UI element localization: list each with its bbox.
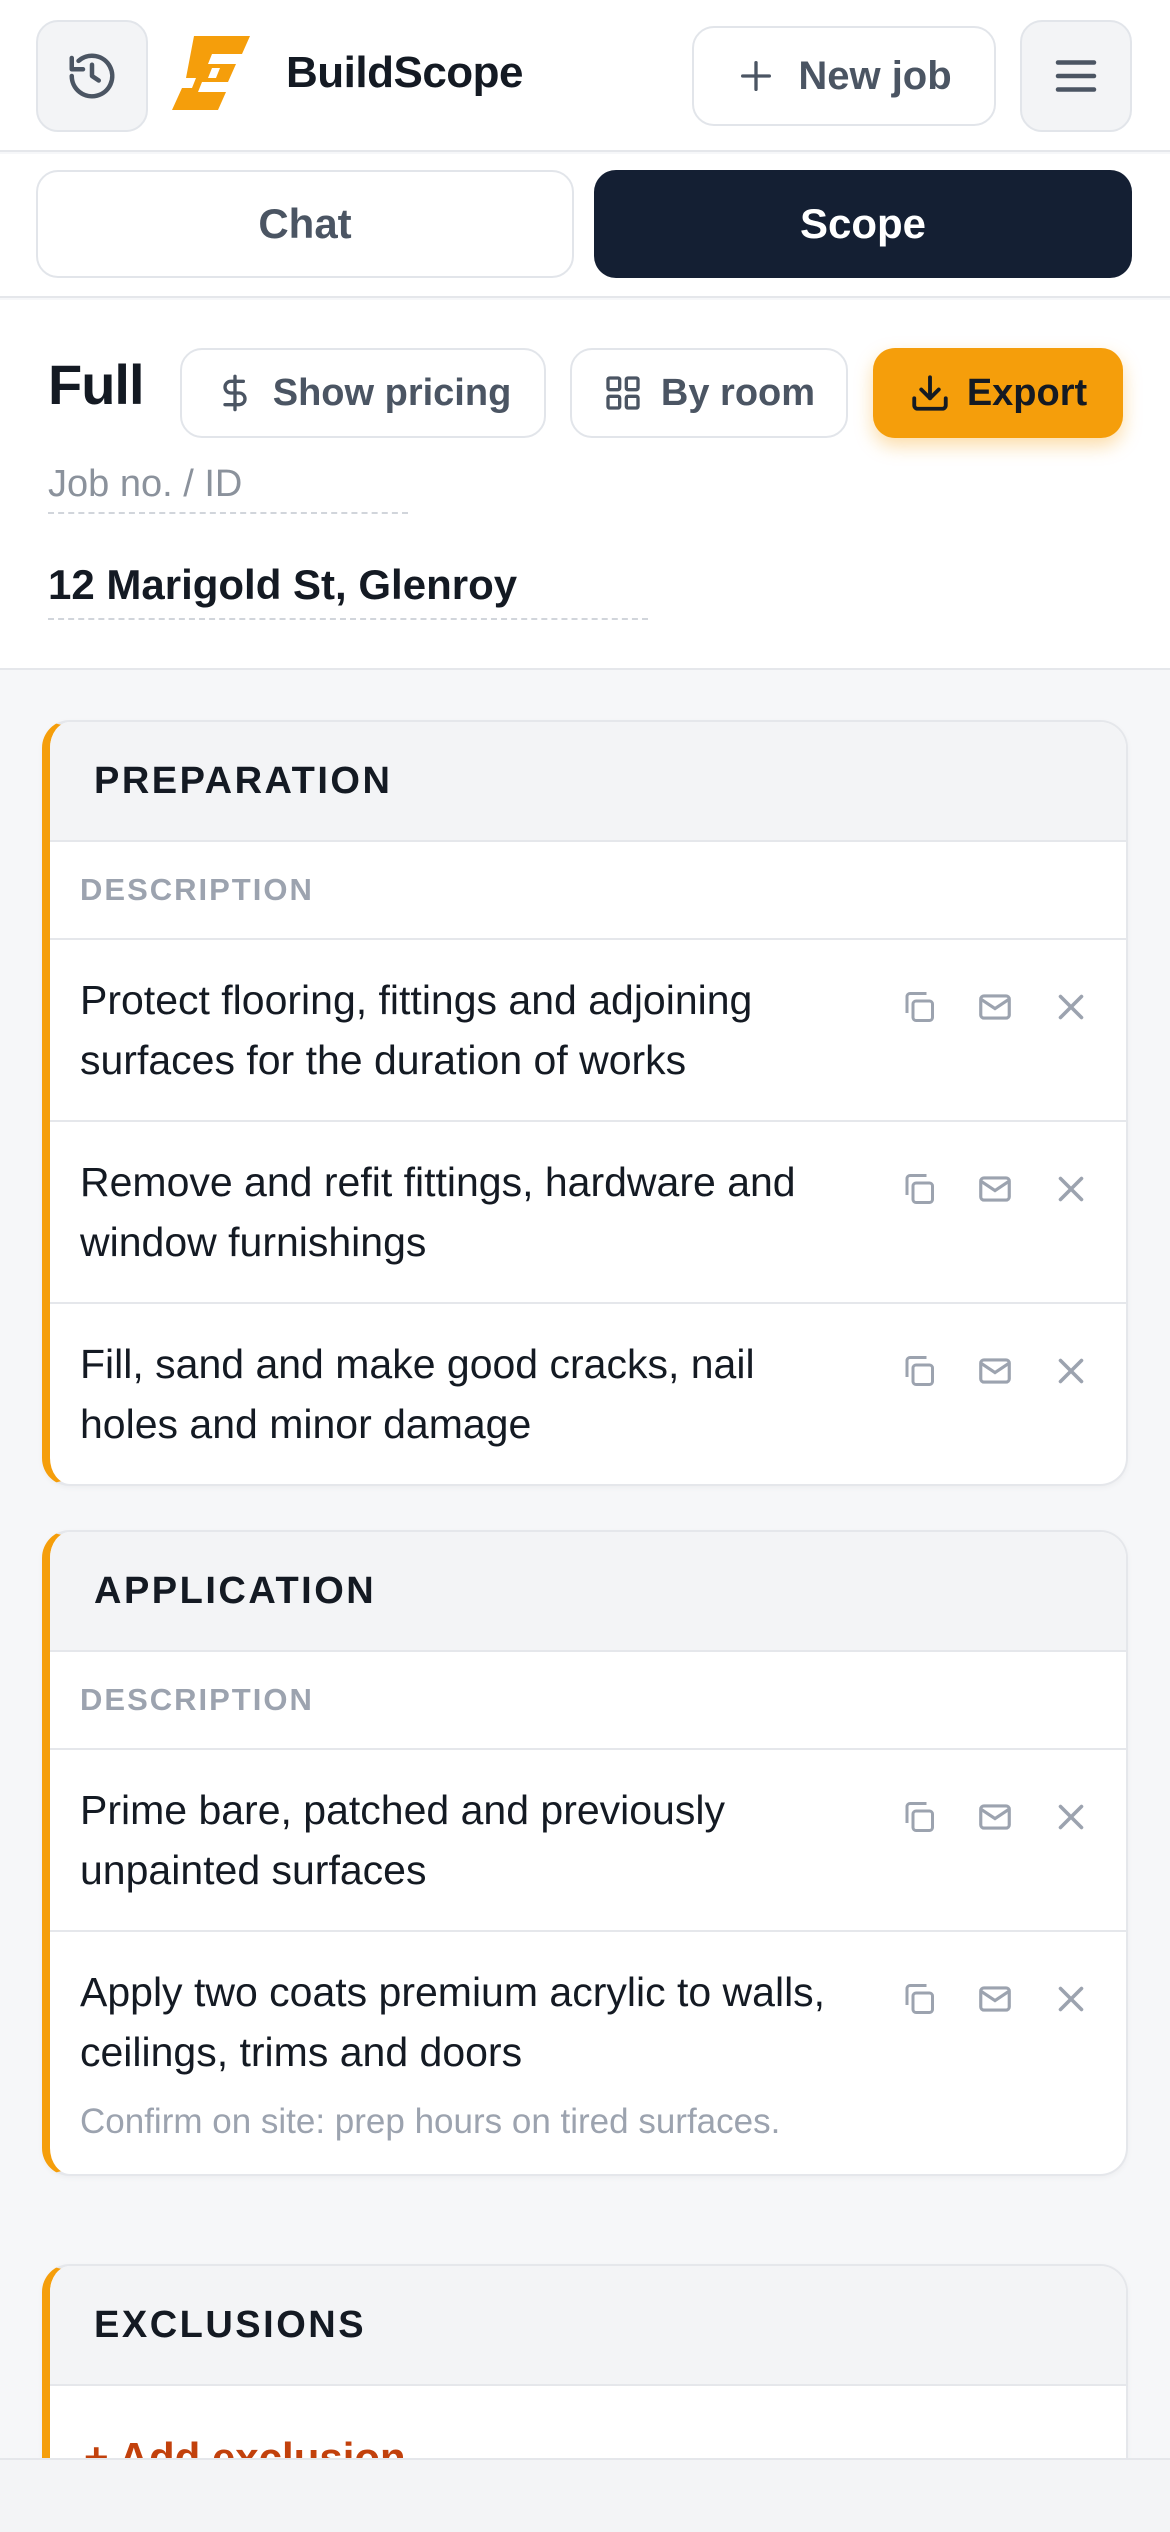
list-item[interactable]: Protect flooring, fittings and adjoining…	[50, 940, 1126, 1122]
close-icon	[1058, 1986, 1084, 2012]
item-description: Apply two coats premium acrylic to walls…	[80, 1969, 826, 2075]
scope-toolbar: Full Show pricing By room Export Job no.…	[0, 300, 1170, 670]
duplicate-button[interactable]	[900, 1170, 938, 1208]
history-icon	[69, 53, 115, 99]
column-header: DESCRIPTION	[50, 1652, 1126, 1750]
section-application: APPLICATION DESCRIPTION Prime bare, patc…	[42, 1530, 1128, 2176]
buildscope-logo	[172, 36, 250, 110]
mail-icon	[979, 1176, 1011, 1202]
tab-scope[interactable]: Scope	[594, 170, 1132, 278]
history-button[interactable]	[36, 20, 148, 132]
item-note: Confirm on site: prep hours on tired sur…	[80, 2102, 781, 2141]
list-item[interactable]: Apply two coats premium acrylic to walls…	[50, 1932, 1126, 2174]
item-description: Fill, sand and make good cracks, nail ho…	[80, 1341, 755, 1447]
duplicate-button[interactable]	[900, 1352, 938, 1390]
address-field[interactable]: 12 Marigold St, Glenroy	[48, 552, 648, 620]
bottom-bar	[0, 2458, 1170, 2532]
menu-button[interactable]	[1020, 20, 1132, 132]
section-preparation: PREPARATION DESCRIPTION Protect flooring…	[42, 720, 1128, 1486]
item-description: Remove and refit fittings, hardware and …	[80, 1159, 796, 1265]
by-room-button[interactable]: By room	[570, 348, 848, 438]
item-description: Protect flooring, fittings and adjoining…	[80, 977, 753, 1083]
remove-button[interactable]	[1052, 1352, 1090, 1390]
item-actions	[900, 1980, 1090, 2018]
item-actions	[900, 1798, 1090, 1836]
menu-icon	[1055, 60, 1097, 92]
mail-icon	[979, 994, 1011, 1020]
section-title: APPLICATION	[50, 1532, 1126, 1652]
brand-name: BuildScope	[286, 48, 524, 97]
view-tabs: Chat Scope	[0, 154, 1170, 298]
copy-icon	[905, 992, 934, 1022]
mail-icon	[979, 1986, 1011, 2012]
app-header: BuildScope New job	[0, 0, 1170, 152]
close-icon	[1058, 1804, 1084, 1830]
export-button[interactable]: Export	[873, 348, 1123, 438]
job-id-field[interactable]: Job no. / ID	[48, 456, 408, 514]
remove-button[interactable]	[1052, 1170, 1090, 1208]
duplicate-button[interactable]	[900, 988, 938, 1026]
email-button[interactable]	[976, 1170, 1014, 1208]
section-title: EXCLUSIONS	[50, 2266, 1126, 2386]
plus-icon	[741, 61, 772, 92]
item-actions	[900, 1170, 1090, 1208]
list-item[interactable]: Prime bare, patched and previously unpai…	[50, 1750, 1126, 1932]
close-icon	[1058, 1358, 1084, 1384]
view-title: Full	[48, 353, 145, 416]
grid-icon	[606, 376, 640, 410]
close-icon	[1058, 1176, 1084, 1202]
item-description: Prime bare, patched and previously unpai…	[80, 1787, 725, 1893]
duplicate-button[interactable]	[900, 1980, 938, 2018]
export-label: Export	[966, 371, 1088, 414]
show-pricing-button[interactable]: Show pricing	[180, 348, 546, 438]
email-button[interactable]	[976, 1980, 1014, 2018]
close-icon	[1058, 994, 1084, 1020]
email-button[interactable]	[976, 1352, 1014, 1390]
copy-icon	[905, 1802, 934, 1832]
copy-icon	[905, 1356, 934, 1386]
new-job-label: New job	[798, 53, 952, 98]
email-button[interactable]	[976, 988, 1014, 1026]
dollar-icon	[223, 374, 247, 412]
new-job-button[interactable]: New job	[692, 26, 996, 126]
list-item[interactable]: Fill, sand and make good cracks, nail ho…	[50, 1304, 1126, 1484]
section-title: PREPARATION	[50, 722, 1126, 842]
item-actions	[900, 1352, 1090, 1390]
column-header: DESCRIPTION	[50, 842, 1126, 940]
email-button[interactable]	[976, 1798, 1014, 1836]
by-room-label: By room	[660, 371, 816, 414]
item-actions	[900, 988, 1090, 1026]
mail-icon	[979, 1358, 1011, 1384]
list-item[interactable]: Remove and refit fittings, hardware and …	[50, 1122, 1126, 1304]
download-icon	[912, 375, 948, 411]
copy-icon	[905, 1984, 934, 2014]
remove-button[interactable]	[1052, 988, 1090, 1026]
mail-icon	[979, 1804, 1011, 1830]
remove-button[interactable]	[1052, 1980, 1090, 2018]
tab-chat[interactable]: Chat	[36, 170, 574, 278]
copy-icon	[905, 1174, 934, 1204]
remove-button[interactable]	[1052, 1798, 1090, 1836]
duplicate-button[interactable]	[900, 1798, 938, 1836]
show-pricing-label: Show pricing	[272, 371, 512, 414]
